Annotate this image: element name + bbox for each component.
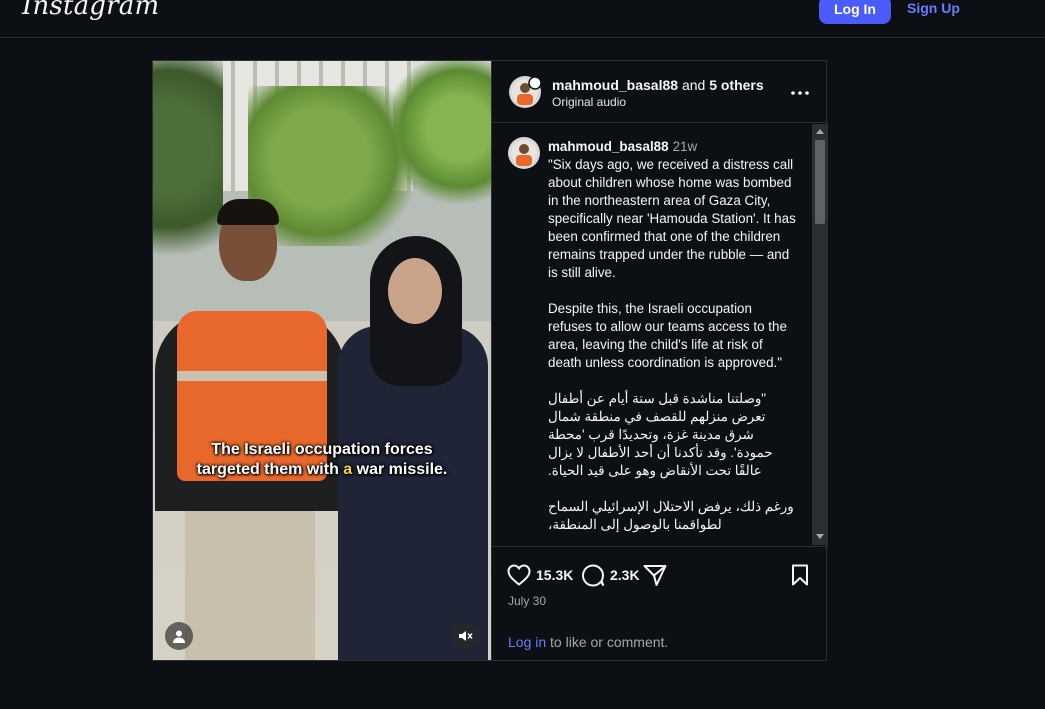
tagged-users-button[interactable] [165, 622, 193, 650]
caption-scroll-area[interactable]: mahmoud_basal88 21w "Six days ago, we rec… [492, 124, 812, 545]
video-caption-line-2: targeted them with a war missile. [196, 461, 448, 478]
caption-paragraph: "Six days ago, we received a distress ca… [548, 157, 796, 280]
caption-username[interactable]: mahmoud_basal88 [548, 139, 669, 154]
caption-paragraph-arabic: "وصلتنا مناشدة قبل ستة أيام عن أطفال تعر… [548, 391, 773, 478]
post-date[interactable]: July 30 [508, 594, 546, 608]
save-button[interactable] [788, 561, 812, 589]
video-tree [393, 61, 491, 211]
caption-paragraph: Despite this, the Israeli occupation ref… [548, 301, 787, 370]
caption-paragraph-arabic: ورغم ذلك، يرفض الاحتلال الإسرائيلي السما… [548, 499, 794, 532]
like-count: 15.3K [536, 567, 574, 583]
heart-icon [507, 564, 531, 586]
instagram-logo[interactable]: Instagram [22, 0, 159, 21]
mute-toggle-button[interactable] [451, 622, 479, 650]
post-authors: mahmoud_basal88 and 5 others Original au… [552, 77, 764, 109]
scroll-up-arrow[interactable] [816, 129, 824, 134]
comment-icon [582, 564, 604, 587]
post-caption: mahmoud_basal88 21w "Six days ago, we rec… [548, 138, 798, 534]
author-username[interactable]: mahmoud_basal88 [552, 77, 678, 93]
bookmark-icon [792, 564, 808, 586]
collaborators-link[interactable]: 5 others [709, 77, 763, 93]
login-prompt: Log in to like or comment. [508, 634, 669, 650]
more-options-button[interactable] [788, 81, 812, 101]
post-actions: 15.3K 2.3K July 30 Log in to like or com… [492, 546, 828, 660]
more-horizontal-icon [791, 91, 809, 95]
caption-timestamp[interactable]: 21w [673, 139, 698, 154]
scroll-down-arrow[interactable] [816, 534, 824, 539]
comment-count: 2.3K [610, 567, 640, 583]
post-header: mahmoud_basal88 and 5 others Original au… [492, 61, 828, 123]
log-in-button[interactable]: Log In [819, 0, 891, 24]
video-man-hair [217, 199, 279, 225]
user-icon [173, 630, 185, 643]
caption-scrollbar[interactable] [812, 124, 828, 545]
scrollbar-thumb[interactable] [815, 140, 825, 224]
caption-author-avatar[interactable] [507, 136, 541, 170]
video-tree [153, 61, 223, 281]
author-avatar[interactable] [508, 75, 542, 109]
video-caption-line-1: The Israeli occupation forces [211, 441, 433, 458]
muted-speaker-icon [459, 631, 473, 641]
audio-link[interactable]: Original audio [552, 95, 764, 109]
share-button[interactable] [642, 561, 668, 589]
log-in-link[interactable]: Log in [508, 634, 546, 650]
action-bar: 15.3K 2.3K [506, 561, 816, 589]
comment-button[interactable]: 2.3K [580, 561, 640, 589]
video-player[interactable]: The Israeli occupation forces targeted t… [153, 61, 491, 660]
post-dialog: The Israeli occupation forces targeted t… [152, 60, 828, 661]
like-button[interactable]: 15.3K [506, 561, 573, 589]
top-navigation-bar: Instagram Log In Sign Up [0, 0, 1045, 38]
sign-up-link[interactable]: Sign Up [907, 0, 960, 16]
send-icon [643, 565, 667, 586]
post-side-panel: mahmoud_basal88 and 5 others Original au… [491, 61, 828, 660]
